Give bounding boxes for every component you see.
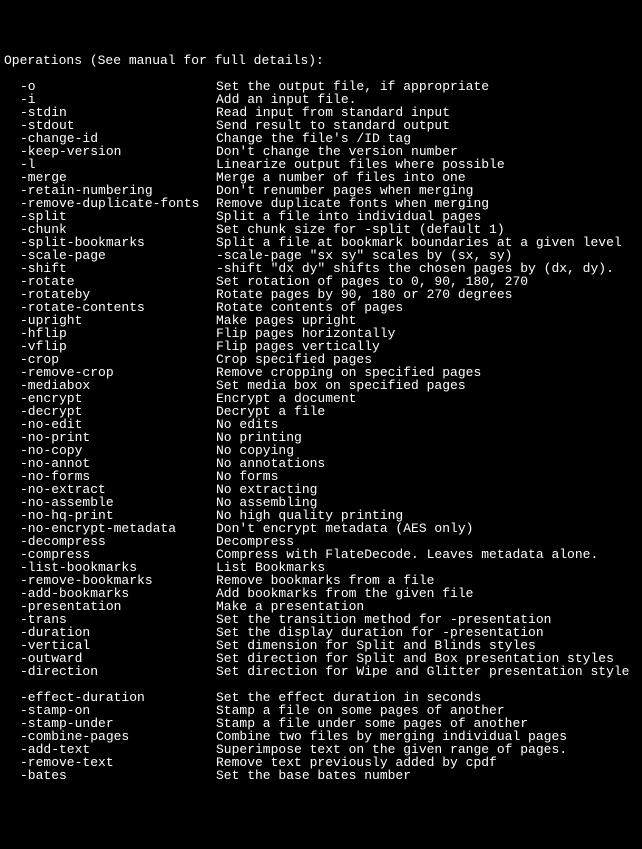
option-flag: -stamp-under [20, 717, 216, 730]
option-description: Set the base bates number [216, 769, 638, 782]
operations-header: Operations (See manual for full details)… [4, 54, 638, 67]
option-flag: -stamp-on [20, 704, 216, 717]
option-flag: -keep-version [20, 145, 216, 158]
blank-line [4, 678, 638, 691]
option-row: -stamp-onStamp a file on some pages of a… [4, 704, 638, 717]
option-description: Superimpose text on the given range of p… [216, 743, 638, 756]
option-flag: -add-text [20, 743, 216, 756]
option-row: -no-printNo printing [4, 431, 638, 444]
option-description: Set direction for Wipe and Glitter prese… [216, 665, 638, 678]
option-row: -decryptDecrypt a file [4, 405, 638, 418]
option-flag: -effect-duration [20, 691, 216, 704]
options-list: -oSet the output file, if appropriate-iA… [4, 80, 638, 782]
option-flag: -o [20, 80, 216, 93]
option-description: Remove text previously added by cpdf [216, 756, 638, 769]
option-row: -directionSet direction for Wipe and Gli… [4, 665, 638, 678]
option-flag: -bates [20, 769, 216, 782]
option-row: -stamp-underStamp a file under some page… [4, 717, 638, 730]
option-description: Stamp a file on some pages of another [216, 704, 638, 717]
option-description: No annotations [216, 457, 638, 470]
option-row: -no-annotNo annotations [4, 457, 638, 470]
option-row: -add-textSuperimpose text on the given r… [4, 743, 638, 756]
option-row: -effect-durationSet the effect duration … [4, 691, 638, 704]
option-flag: -remove-text [20, 756, 216, 769]
option-row: -batesSet the base bates number [4, 769, 638, 782]
option-description: Combine two files by merging individual … [216, 730, 638, 743]
option-description: Decrypt a file [216, 405, 638, 418]
option-row: -remove-textRemove text previously added… [4, 756, 638, 769]
option-row: -no-editNo edits [4, 418, 638, 431]
option-row: -combine-pagesCombine two files by mergi… [4, 730, 638, 743]
option-description: Set the effect duration in seconds [216, 691, 638, 704]
option-flag: -direction [20, 665, 216, 678]
option-description: Stamp a file under some pages of another [216, 717, 638, 730]
option-flag: -combine-pages [20, 730, 216, 743]
